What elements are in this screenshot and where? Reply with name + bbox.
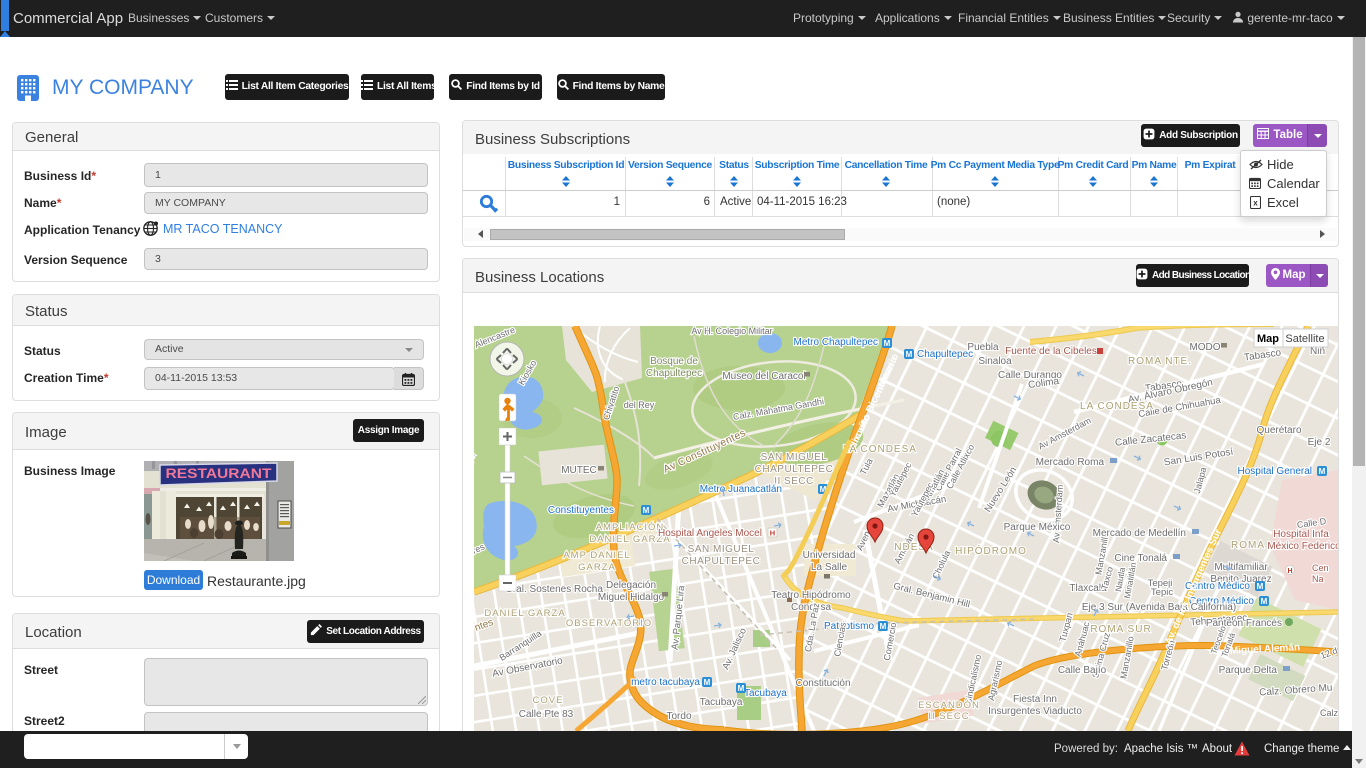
svg-text:Cen: Cen [1312, 563, 1329, 573]
svg-text:LA CONDESA: LA CONDESA [1080, 401, 1154, 412]
svg-text:H: H [770, 529, 775, 538]
svg-text:Map: Map [1257, 333, 1279, 345]
svg-text:ROMA: ROMA [1231, 540, 1265, 551]
svg-text:ROMA SUR: ROMA SUR [1090, 624, 1151, 635]
svg-text:Sinaloa: Sinaloa [978, 356, 1012, 367]
svg-text:Chapultepec: Chapultepec [917, 349, 973, 360]
svg-text:Puebla: Puebla [967, 342, 999, 353]
svg-text:Calle Bajío: Calle Bajío [1058, 665, 1107, 676]
svg-text:Tordo: Tordo [666, 711, 691, 722]
svg-text:RESTAURANT: RESTAURANT [166, 466, 273, 481]
svg-text:COVE: COVE [533, 695, 564, 706]
svg-text:metro tacubaya: metro tacubaya [631, 677, 700, 688]
svg-text:M: M [1319, 467, 1326, 476]
svg-text:Mercado Roma: Mercado Roma [1036, 457, 1105, 468]
svg-text:HIPÓDROMO: HIPÓDROMO [955, 544, 1027, 557]
svg-text:x: x [1253, 199, 1258, 208]
svg-text:Calle Pte 83: Calle Pte 83 [519, 709, 574, 720]
svg-text:Constitución: Constitución [795, 678, 850, 689]
svg-text:del Rey: del Rey [624, 400, 655, 410]
svg-text:Hospital General: Hospital General [1238, 466, 1312, 477]
svg-text:M: M [704, 678, 711, 687]
svg-text:Tacubaya: Tacubaya [700, 697, 743, 708]
svg-text:DANIEL GARZA: DANIEL GARZA [484, 608, 565, 619]
svg-text:Na: Na [1312, 574, 1324, 584]
svg-text:Metro Chapultepec: Metro Chapultepec [794, 337, 879, 348]
svg-text:Museo del Caracol: Museo del Caracol [722, 371, 805, 382]
svg-text:Parque México: Parque México [1004, 522, 1071, 533]
svg-text:Insurgentes Viaducto: Insurgentes Viaducto [988, 706, 1082, 717]
svg-text:M: M [1261, 597, 1268, 606]
svg-text:Tepic: Tepic [1151, 587, 1173, 598]
svg-text:GARZA: GARZA [578, 562, 616, 573]
svg-text:H: H [1287, 568, 1292, 575]
svg-text:Hospital Infa: Hospital Infa [1273, 529, 1329, 540]
svg-text:CHAPULTEPEC: CHAPULTEPEC [682, 556, 761, 567]
svg-text:Multifamiliar: Multifamiliar [1214, 562, 1268, 573]
svg-text:M: M [1257, 582, 1264, 591]
svg-text:Querétaro: Querétaro [1256, 425, 1301, 436]
svg-text:Delegación: Delegación [606, 580, 656, 591]
svg-text:Mercado de Medellín: Mercado de Medellín [1093, 528, 1186, 539]
svg-text:Calz: Calz [1320, 708, 1338, 718]
svg-text:M: M [738, 684, 745, 693]
svg-text:ESCANDÓN: ESCANDÓN [918, 700, 980, 711]
svg-text:Hospital Angeles Mocel: Hospital Angeles Mocel [658, 528, 762, 539]
svg-text:M: M [906, 350, 913, 359]
svg-text:Av H. Colegio Militar: Av H. Colegio Militar [691, 326, 772, 336]
svg-text:MUTEC: MUTEC [561, 465, 597, 476]
svg-text:México Federico: México Federico [1267, 541, 1338, 552]
svg-text:La Salle: La Salle [811, 562, 848, 573]
svg-text:MODO: MODO [1189, 342, 1220, 353]
svg-text:Parque Delta: Parque Delta [1219, 665, 1278, 676]
svg-text:ROMA NTE.: ROMA NTE. [1128, 356, 1192, 367]
svg-text:Patriotismo: Patriotismo [824, 621, 874, 632]
svg-text:Satellite: Satellite [1285, 333, 1324, 345]
svg-text:Tacubaya: Tacubaya [744, 688, 787, 699]
svg-text:Gral. Sostenes Rocha: Gral. Sostenes Rocha [505, 584, 603, 595]
svg-text:Chapultepec: Chapultepec [646, 368, 702, 379]
svg-text:Constituyentes: Constituyentes [548, 505, 614, 516]
svg-text:M: M [884, 339, 891, 348]
svg-text:LA CONDESA: LA CONDESA [843, 444, 917, 455]
svg-text:CHAPULTEPEC: CHAPULTEPEC [755, 464, 834, 475]
svg-text:SAN MIGUEL: SAN MIGUEL [688, 544, 755, 555]
svg-text:Teatro Hipódromo: Teatro Hipódromo [771, 590, 851, 601]
svg-text:SAN MIGUEL: SAN MIGUEL [761, 452, 828, 463]
svg-text:OBSERVATORIO: OBSERVATORIO [566, 618, 652, 629]
svg-text:Eje 2: Eje 2 [1308, 437, 1331, 448]
svg-text:II SECC: II SECC [928, 711, 969, 722]
svg-text:M: M [643, 506, 650, 515]
svg-text:AMP DANIEL: AMP DANIEL [563, 550, 630, 561]
svg-text:Fuente de la Cibeles: Fuente de la Cibeles [1005, 346, 1097, 357]
svg-text:Metro Juanacatlán: Metro Juanacatlán [700, 484, 782, 495]
svg-text:Fiesta Inn: Fiesta Inn [1013, 694, 1057, 705]
svg-text:Bosque de: Bosque de [650, 356, 698, 367]
svg-text:AMPLIACIÓN: AMPLIACIÓN [596, 522, 665, 533]
svg-text:Miguel Hidalgo: Miguel Hidalgo [598, 592, 665, 603]
svg-text:Universidad: Universidad [803, 550, 856, 561]
svg-text:Eje 3 Sur (Avenida Baja Califo: Eje 3 Sur (Avenida Baja California) [1082, 602, 1236, 613]
svg-text:M: M [880, 622, 887, 631]
svg-text:Cine Tonalá: Cine Tonalá [1114, 553, 1167, 564]
svg-text:Niñ: Niñ [1310, 346, 1325, 357]
